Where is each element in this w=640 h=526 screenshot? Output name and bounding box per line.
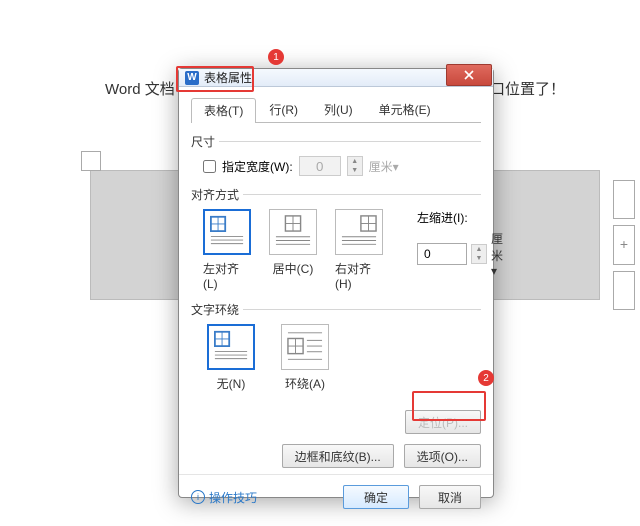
indent-label: 左缩进(I): — [417, 209, 503, 226]
wrap-row: 无(N) 环绕(A) — [203, 324, 481, 392]
tab-table[interactable]: 表格(T) — [191, 98, 256, 123]
indent-spinner[interactable]: ▲ ▼ — [471, 244, 487, 264]
tab-column[interactable]: 列(U) — [311, 97, 366, 122]
position-button: 定位(P)... — [405, 410, 481, 434]
align-right-label: 右对齐(H) — [335, 260, 383, 291]
sidebar-cell[interactable] — [613, 271, 635, 310]
align-left-option[interactable]: 左对齐(L) — [203, 209, 251, 291]
tips-label: 操作技巧 — [209, 489, 257, 506]
dialog-body: 表格(T) 行(R) 列(U) 单元格(E) 尺寸 指定宽度(W): ▲ ▼ 厘… — [179, 87, 493, 474]
tab-row[interactable]: 行(R) — [256, 97, 311, 122]
width-unit: 厘米▾ — [369, 158, 399, 175]
ok-button[interactable]: 确定 — [343, 485, 409, 509]
sidebar-cell[interactable] — [613, 180, 635, 219]
close-button[interactable] — [446, 64, 492, 86]
align-right-option[interactable]: 右对齐(H) — [335, 209, 383, 291]
align-right-icon — [335, 209, 383, 255]
dialog-titlebar: W 表格属性 — [179, 69, 493, 87]
size-row: 指定宽度(W): ▲ ▼ 厘米▾ — [203, 156, 481, 176]
indent-block: 左缩进(I): ▲ ▼ 厘米▾ — [417, 209, 503, 291]
dialog-title: 表格属性 — [204, 69, 252, 86]
align-center-icon — [269, 209, 317, 255]
tips-link[interactable]: i 操作技巧 — [191, 489, 257, 506]
align-center-label: 居中(C) — [273, 260, 314, 277]
alignment-section-label: 对齐方式 — [191, 186, 481, 203]
wrap-around-icon — [281, 324, 329, 370]
preferred-width-label: 指定宽度(W): — [222, 158, 293, 175]
wrap-none-label: 无(N) — [217, 375, 246, 392]
wrap-around-label: 环绕(A) — [285, 375, 325, 392]
close-icon — [464, 70, 474, 80]
table-properties-dialog: W 表格属性 表格(T) 行(R) 列(U) 单元格(E) 尺寸 指定宽度(W)… — [178, 68, 494, 498]
word-icon: W — [185, 71, 199, 85]
doc-text-right: 口位置了！ — [490, 78, 565, 99]
spinner-up-icon: ▲ — [348, 157, 362, 166]
options-button[interactable]: 选项(O)... — [404, 444, 481, 468]
preferred-width-input — [299, 156, 341, 176]
preferred-width-checkbox[interactable] — [203, 160, 216, 173]
wrap-section-label: 文字环绕 — [191, 301, 481, 318]
align-center-option[interactable]: 居中(C) — [269, 209, 317, 291]
indent-input[interactable] — [417, 243, 467, 265]
wrap-none-option[interactable]: 无(N) — [203, 324, 259, 392]
cancel-button[interactable]: 取消 — [419, 485, 481, 509]
bottom-buttons-row: 边框和底纹(B)... 选项(O)... — [191, 444, 481, 468]
spinner-up-icon: ▲ — [472, 245, 486, 254]
position-row: 定位(P)... — [191, 410, 481, 434]
align-left-label: 左对齐(L) — [203, 260, 251, 291]
width-spinner: ▲ ▼ — [347, 156, 363, 176]
sidebar-cell-plus[interactable]: + — [613, 225, 635, 264]
annotation-badge-1: 1 — [268, 49, 284, 65]
info-icon: i — [191, 490, 205, 504]
dialog-footer: i 操作技巧 确定 取消 — [179, 474, 493, 519]
wrap-around-option[interactable]: 环绕(A) — [277, 324, 333, 392]
alignment-row: 左对齐(L) 居中(C) 右对齐(H) 左缩进(I): ▲ — [203, 209, 481, 291]
size-section-label: 尺寸 — [191, 133, 481, 150]
right-sidebar: + — [613, 180, 635, 310]
footer-buttons: 确定 取消 — [343, 485, 481, 509]
spinner-down-icon: ▼ — [472, 254, 486, 263]
tab-cell[interactable]: 单元格(E) — [366, 97, 444, 122]
align-left-icon — [203, 209, 251, 255]
spinner-down-icon: ▼ — [348, 166, 362, 175]
tabs: 表格(T) 行(R) 列(U) 单元格(E) — [191, 97, 481, 123]
borders-shading-button[interactable]: 边框和底纹(B)... — [282, 444, 394, 468]
indent-unit[interactable]: 厘米▾ — [491, 230, 503, 278]
wrap-none-icon — [207, 324, 255, 370]
